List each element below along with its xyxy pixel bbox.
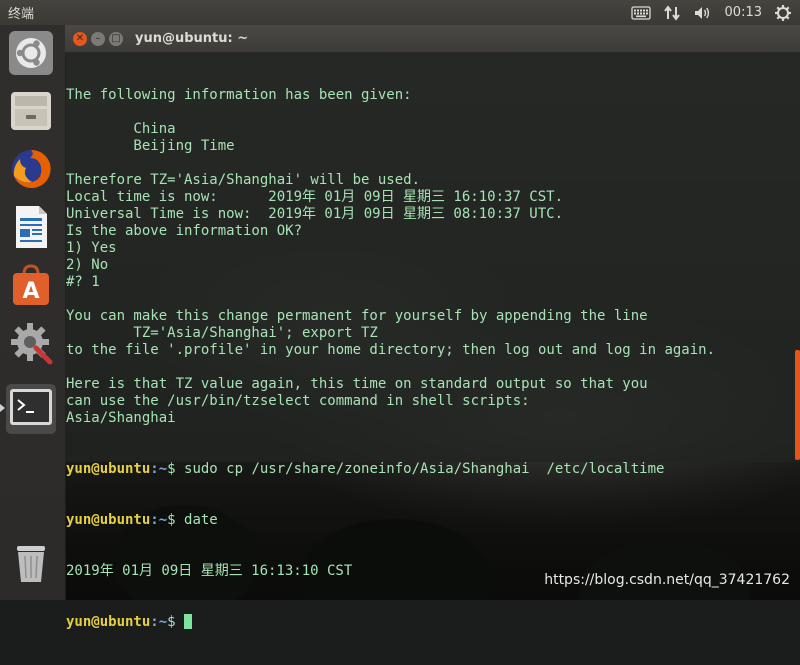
terminal-output-line: to the file '.profile' in your home dire… [66, 342, 716, 358]
writer-icon [8, 204, 54, 254]
terminal-output-line: 1) Yes [66, 240, 117, 256]
terminal-output-line: can use the /usr/bin/tzselect command in… [66, 393, 530, 409]
prompt-path: :~ [150, 614, 168, 630]
terminal-output-line: China [66, 121, 176, 137]
terminal-output-line: Is the above information OK? [66, 223, 303, 239]
prompt-symbol: $ [167, 512, 185, 528]
network-icon[interactable] [663, 3, 681, 23]
terminal-output-line: 2) No [66, 257, 109, 273]
top-panel: 终端 00:13 [0, 0, 800, 25]
launcher-dash-button[interactable] [6, 30, 56, 80]
terminal-history: The following information has been given… [65, 87, 800, 427]
launcher-writer-button[interactable] [6, 204, 56, 254]
terminal-scrollbar[interactable] [795, 350, 800, 460]
keyboard-icon[interactable] [630, 3, 651, 23]
power-gear-icon[interactable] [774, 3, 792, 23]
terminal-output-line: #? 1 [66, 274, 100, 290]
prompt-user: yun@ubuntu [66, 461, 151, 477]
ubuntu-dash-icon [8, 30, 54, 80]
launcher-trash-button[interactable] [6, 540, 56, 590]
command-text: date [184, 512, 218, 528]
terminal-output-line: Universal Time is now: 2019年 01月 09日 星期三… [66, 206, 564, 222]
terminal-input-line[interactable]: yun@ubuntu:~$ [65, 614, 800, 631]
command-text: sudo cp /usr/share/zoneinfo/Asia/Shangha… [184, 461, 665, 477]
launcher-software-button[interactable]: A [6, 262, 56, 312]
prompt-symbol: $ [167, 614, 185, 630]
firefox-icon [8, 146, 54, 196]
prompt-user: yun@ubuntu [66, 614, 151, 630]
active-app-title: 终端 [8, 7, 35, 22]
watermark-url: https://blog.csdn.net/qq_37421762 [544, 572, 790, 588]
terminal-icon [8, 384, 54, 434]
launcher-firefox-button[interactable] [6, 146, 56, 196]
launcher: A [0, 25, 66, 600]
prompt-user: yun@ubuntu [66, 512, 151, 528]
terminal-output-line: The following information has been given… [66, 87, 412, 103]
svg-text:A: A [22, 279, 39, 304]
terminal-command-line: yun@ubuntu:~$ sudo cp /usr/share/zoneinf… [65, 461, 800, 478]
maximize-icon[interactable]: □ [109, 31, 123, 46]
launcher-settings-button[interactable] [6, 320, 56, 370]
terminal-output[interactable]: The following information has been given… [65, 53, 800, 630]
prompt-path: :~ [150, 461, 168, 477]
files-icon [8, 88, 54, 138]
terminal-output-line: Local time is now: 2019年 01月 09日 星期三 16:… [66, 189, 564, 205]
trash-icon [8, 540, 54, 590]
prompt-symbol: $ [167, 461, 185, 477]
terminal-titlebar[interactable]: ✕ – □ yun@ubuntu: ~ [65, 25, 800, 52]
prompt-path: :~ [150, 512, 168, 528]
terminal-output-line: Therefore TZ='Asia/Shanghai' will be use… [66, 172, 421, 188]
terminal-output-line: Beijing Time [66, 138, 235, 154]
system-settings-icon [8, 320, 54, 370]
text-cursor [184, 614, 193, 629]
launcher-terminal-button[interactable] [6, 384, 56, 434]
indicator-area: 00:13 [630, 3, 792, 23]
terminal-output-line: Asia/Shanghai [66, 410, 176, 426]
active-app-indicator [0, 404, 5, 412]
volume-icon[interactable] [693, 3, 713, 23]
window-title: yun@ubuntu: ~ [135, 31, 249, 46]
terminal-window[interactable]: ✕ – □ yun@ubuntu: ~ The following inform… [65, 25, 800, 630]
terminal-output-line: Here is that TZ value again, this time o… [66, 376, 648, 392]
minimize-icon[interactable]: – [91, 31, 105, 46]
panel-clock[interactable]: 00:13 [725, 5, 762, 20]
launcher-files-button[interactable] [6, 88, 56, 138]
close-icon[interactable]: ✕ [73, 31, 87, 46]
terminal-output-line: TZ='Asia/Shanghai'; export TZ [66, 325, 378, 341]
software-center-icon: A [8, 262, 54, 312]
terminal-output-line: You can make this change permanent for y… [66, 308, 648, 324]
terminal-command-line: yun@ubuntu:~$ date [65, 512, 800, 529]
